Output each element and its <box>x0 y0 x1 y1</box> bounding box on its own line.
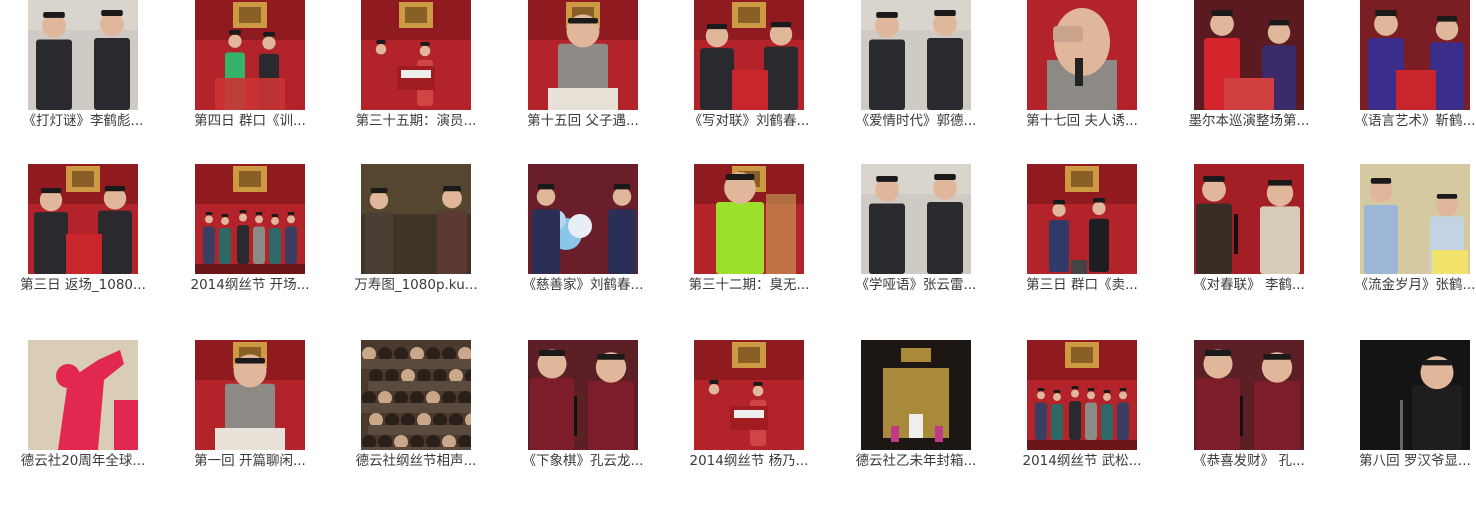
video-title[interactable]: 第十五回 父子遇... <box>500 112 666 130</box>
video-thumbnail[interactable] <box>1027 340 1137 450</box>
video-thumbnail[interactable] <box>528 164 638 274</box>
video-thumbnail[interactable] <box>1194 164 1304 274</box>
video-tile[interactable]: 第一回 开篇聊闲... <box>167 340 333 490</box>
video-title[interactable]: 《写对联》刘鹤春... <box>666 112 832 130</box>
video-thumbnail[interactable] <box>528 0 638 110</box>
video-thumbnail[interactable] <box>1194 340 1304 450</box>
video-tile[interactable]: 第三十二期：臭无... <box>666 164 832 314</box>
video-title[interactable]: 2014纲丝节 开场... <box>167 276 333 294</box>
video-title[interactable]: 《学哑语》张云雷... <box>833 276 999 294</box>
video-title[interactable]: 《流金岁月》张鹤... <box>1332 276 1476 294</box>
video-tile[interactable]: 德云社乙未年封箱... <box>833 340 999 490</box>
video-title[interactable]: 第三日 返场_1080... <box>0 276 166 294</box>
video-tile[interactable]: 第四日 群口《训... <box>167 0 333 150</box>
video-thumbnail[interactable] <box>1027 0 1137 110</box>
video-title[interactable]: 《语言艺术》靳鹤... <box>1332 112 1476 130</box>
video-tile[interactable]: 第三十五期：演员... <box>333 0 499 150</box>
video-thumbnail[interactable] <box>361 0 471 110</box>
video-thumbnail[interactable] <box>1360 0 1470 110</box>
video-tile[interactable]: 《下象棋》孔云龙... <box>500 340 666 490</box>
video-tile[interactable]: 第十七回 夫人诱... <box>999 0 1165 150</box>
video-title[interactable]: 《下象棋》孔云龙... <box>500 452 666 470</box>
video-thumbnail[interactable] <box>195 340 305 450</box>
video-thumbnail[interactable] <box>1027 164 1137 274</box>
video-tile[interactable]: 墨尔本巡演整场第... <box>1166 0 1332 150</box>
video-title[interactable]: 第八回 罗汉爷显... <box>1332 452 1476 470</box>
video-tile[interactable]: 《语言艺术》靳鹤... <box>1332 0 1476 150</box>
video-tile[interactable]: 《对春联》 李鹤... <box>1166 164 1332 314</box>
video-title[interactable]: 《慈善家》刘鹤春... <box>500 276 666 294</box>
video-tile[interactable]: 2014纲丝节 开场... <box>167 164 333 314</box>
video-thumbnail-grid: 《打灯谜》李鹤彪... 第四日 群口《训... 第三十五期：演员... 第十五回… <box>0 0 1476 515</box>
video-tile[interactable]: 第八回 罗汉爷显... <box>1332 340 1476 490</box>
video-thumbnail[interactable] <box>1194 0 1304 110</box>
video-tile[interactable]: 《流金岁月》张鹤... <box>1332 164 1476 314</box>
video-thumbnail[interactable] <box>28 164 138 274</box>
video-tile[interactable]: 《学哑语》张云雷... <box>833 164 999 314</box>
video-tile[interactable]: 《写对联》刘鹤春... <box>666 0 832 150</box>
video-thumbnail[interactable] <box>861 340 971 450</box>
video-title[interactable]: 第三十五期：演员... <box>333 112 499 130</box>
video-thumbnail[interactable] <box>861 164 971 274</box>
video-title[interactable]: 墨尔本巡演整场第... <box>1166 112 1332 130</box>
video-tile[interactable]: 第十五回 父子遇... <box>500 0 666 150</box>
video-title[interactable]: 第十七回 夫人诱... <box>999 112 1165 130</box>
video-title[interactable]: 《打灯谜》李鹤彪... <box>0 112 166 130</box>
video-title[interactable]: 德云社纲丝节相声... <box>333 452 499 470</box>
video-title[interactable]: 第一回 开篇聊闲... <box>167 452 333 470</box>
video-title[interactable]: 万寿图_1080p.ku... <box>333 276 499 294</box>
video-thumbnail[interactable] <box>861 0 971 110</box>
video-tile[interactable]: 万寿图_1080p.ku... <box>333 164 499 314</box>
video-title[interactable]: 2014纲丝节 武松... <box>999 452 1165 470</box>
video-tile[interactable]: 德云社纲丝节相声... <box>333 340 499 490</box>
video-thumbnail[interactable] <box>694 0 804 110</box>
video-thumbnail[interactable] <box>1360 340 1470 450</box>
video-thumbnail[interactable] <box>361 164 471 274</box>
video-thumbnail[interactable] <box>528 340 638 450</box>
video-tile[interactable]: 第三日 群口《卖... <box>999 164 1165 314</box>
video-thumbnail[interactable] <box>694 340 804 450</box>
video-tile[interactable]: 《恭喜发财》 孔... <box>1166 340 1332 490</box>
video-title[interactable]: 《对春联》 李鹤... <box>1166 276 1332 294</box>
video-title[interactable]: 第三十二期：臭无... <box>666 276 832 294</box>
video-thumbnail[interactable] <box>28 0 138 110</box>
video-title[interactable]: 《恭喜发财》 孔... <box>1166 452 1332 470</box>
video-tile[interactable]: 《慈善家》刘鹤春... <box>500 164 666 314</box>
video-tile[interactable]: 德云社20周年全球... <box>0 340 166 490</box>
video-thumbnail[interactable] <box>28 340 138 450</box>
video-title[interactable]: 2014纲丝节 杨乃... <box>666 452 832 470</box>
video-tile[interactable]: 第三日 返场_1080... <box>0 164 166 314</box>
video-tile[interactable]: 2014纲丝节 杨乃... <box>666 340 832 490</box>
video-tile[interactable]: 《打灯谜》李鹤彪... <box>0 0 166 150</box>
video-title[interactable]: 德云社乙未年封箱... <box>833 452 999 470</box>
video-thumbnail[interactable] <box>1360 164 1470 274</box>
video-title[interactable]: 第四日 群口《训... <box>167 112 333 130</box>
video-title[interactable]: 第三日 群口《卖... <box>999 276 1165 294</box>
video-title[interactable]: 《爱情时代》郭德... <box>833 112 999 130</box>
video-thumbnail[interactable] <box>361 340 471 450</box>
video-thumbnail[interactable] <box>195 164 305 274</box>
video-tile[interactable]: 2014纲丝节 武松... <box>999 340 1165 490</box>
video-tile[interactable]: 《爱情时代》郭德... <box>833 0 999 150</box>
video-thumbnail[interactable] <box>195 0 305 110</box>
video-title[interactable]: 德云社20周年全球... <box>0 452 166 470</box>
video-thumbnail[interactable] <box>694 164 804 274</box>
